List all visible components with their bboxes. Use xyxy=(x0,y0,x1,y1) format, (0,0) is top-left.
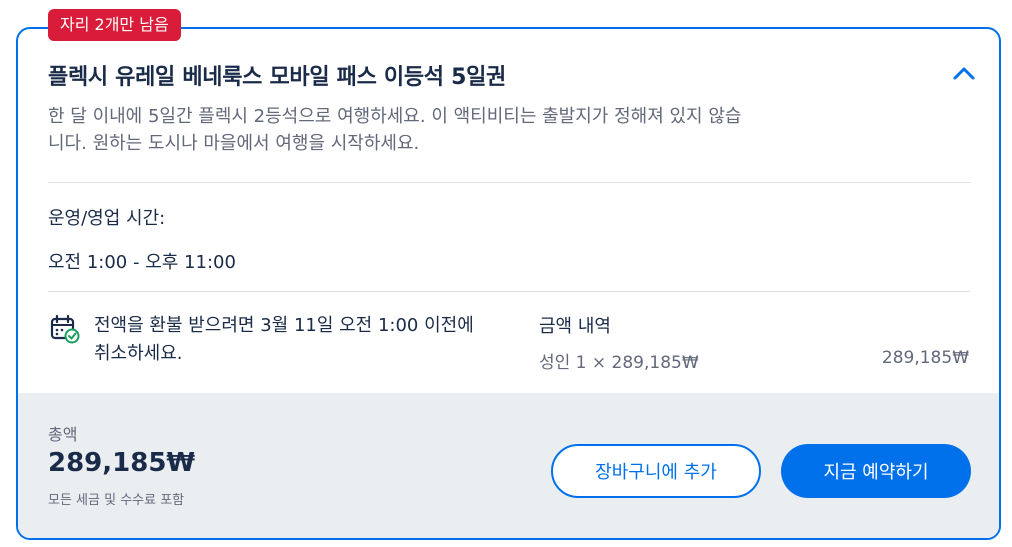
divider xyxy=(48,182,970,183)
tax-note: 모든 세금 및 수수료 포함 xyxy=(48,493,185,508)
chevron-up-icon[interactable] xyxy=(951,63,977,83)
book-now-button[interactable]: 지금 예약하기 xyxy=(781,444,971,498)
availability-badge: 자리 2개만 남음 xyxy=(48,9,181,41)
free-cancellation-text: 전액을 환불 받으려면 3월 11일 오전 1:00 이전에 취소하세요. xyxy=(94,315,474,364)
calendar-check-icon xyxy=(50,314,80,344)
price-breakdown-heading: 금액 내역 xyxy=(539,316,611,337)
hours-label: 운영/영업 시간: xyxy=(48,208,166,229)
price-line-amount: 289,185₩ xyxy=(881,348,969,368)
hours-value: 오전 1:00 - 오후 11:00 xyxy=(48,252,236,273)
price-line-label: 성인 1 × 289,185₩ xyxy=(539,353,699,373)
option-description: 한 달 이내에 5일간 플렉시 2등석으로 여행하세요. 이 액티비티는 출발지… xyxy=(48,106,742,154)
total-price: 289,185₩ xyxy=(48,448,196,478)
booking-footer: 총액 289,185₩ 모든 세금 및 수수료 포함 장바구니에 추가 지금 예… xyxy=(18,393,999,538)
divider xyxy=(48,291,970,292)
option-title[interactable]: 플렉시 유레일 베네룩스 모바일 패스 이등석 5일권 xyxy=(48,59,506,91)
add-to-cart-button[interactable]: 장바구니에 추가 xyxy=(551,444,761,498)
total-label: 총액 xyxy=(48,425,78,444)
booking-option-card: 플렉시 유레일 베네룩스 모바일 패스 이등석 5일권 한 달 이내에 5일간 … xyxy=(16,27,1001,540)
